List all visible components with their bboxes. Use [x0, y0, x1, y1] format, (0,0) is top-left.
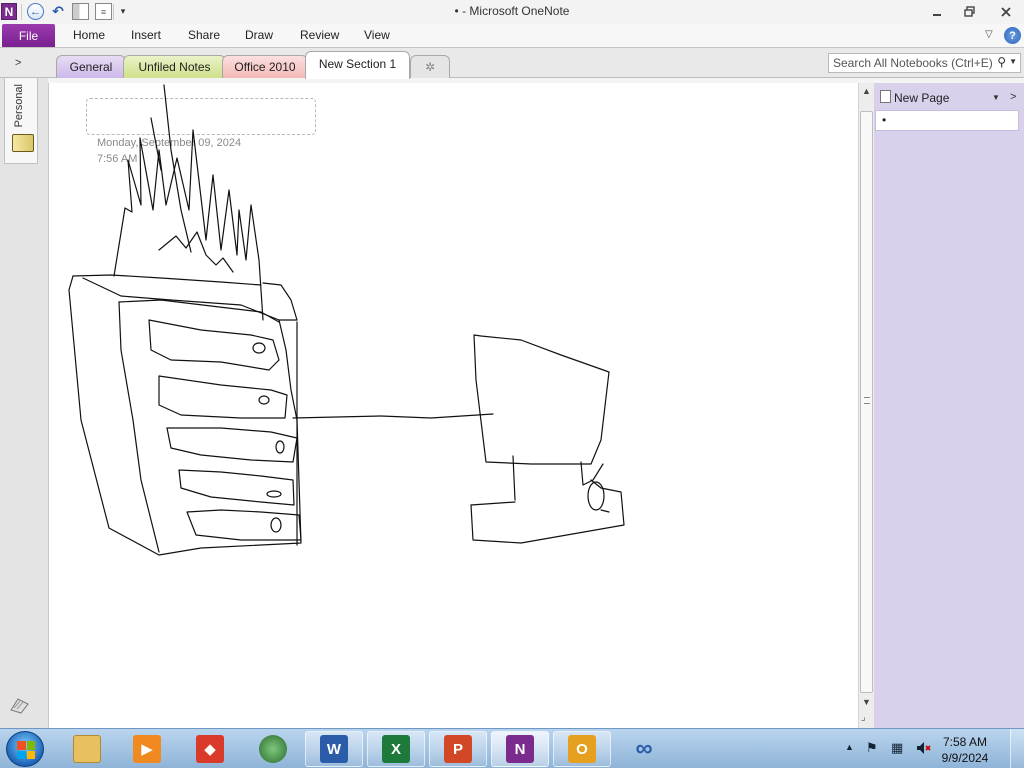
taskbar-onenote[interactable]: N [491, 731, 549, 767]
scrollbar-thumb[interactable] [860, 111, 873, 693]
add-section-tab[interactable]: ✲ [410, 55, 450, 78]
section-tab-new-section-1[interactable]: New Section 1 [305, 51, 410, 79]
page-list-item[interactable]: • [875, 110, 1019, 131]
expand-navigation-icon[interactable]: > [15, 57, 21, 69]
file-tab[interactable]: File [2, 24, 55, 47]
minimize-button[interactable] [925, 3, 949, 20]
tab-review[interactable]: Review [300, 28, 339, 42]
taskbar-red-app[interactable]: ◆ [181, 731, 239, 767]
clock-date[interactable]: 9/9/2024 [935, 751, 995, 765]
powerpoint-icon: P [444, 735, 472, 763]
window-title: • - Microsoft OneNote [454, 4, 570, 18]
tab-view[interactable]: View [364, 28, 390, 42]
red-app-icon: ◆ [196, 735, 224, 763]
notebook-pane: Personal [0, 78, 48, 728]
resize-corner-icon[interactable]: ⌟ [861, 712, 866, 723]
taskbar-explorer[interactable] [58, 731, 116, 767]
new-page-button[interactable]: New Page ▼ > [874, 86, 1024, 108]
action-center-flag-icon[interactable]: ⚑ [866, 740, 882, 756]
tab-share[interactable]: Share [188, 28, 220, 42]
close-button[interactable] [994, 3, 1018, 20]
browser-icon [259, 735, 287, 763]
show-hidden-icons-icon[interactable]: ▲ [845, 742, 854, 752]
unfiled-notes-icon[interactable] [8, 696, 32, 714]
notebook-label: Personal [13, 84, 25, 128]
search-placeholder: Search All Notebooks (Ctrl+E) [833, 56, 993, 70]
media-player-icon: ▶ [133, 735, 161, 763]
start-button[interactable] [6, 731, 44, 767]
volume-muted-icon[interactable] [915, 740, 931, 756]
section-tab-general[interactable]: General [56, 55, 126, 78]
taskbar-outlook[interactable]: O [553, 731, 611, 767]
tab-insert[interactable]: Insert [131, 28, 161, 42]
onenote-icon: N [506, 735, 534, 763]
sparkle-icon: ✲ [424, 60, 436, 74]
folder-icon [73, 735, 101, 763]
notebook-icon [12, 134, 34, 152]
vertical-scrollbar[interactable]: ▲ ▼ ⌟ [858, 83, 874, 728]
taskbar-word[interactable]: W [305, 731, 363, 767]
tab-home[interactable]: Home [73, 28, 105, 42]
word-icon: W [320, 735, 348, 763]
help-icon[interactable]: ? [1004, 27, 1021, 44]
network-icon[interactable]: ▦ [891, 740, 907, 756]
expand-ribbon-icon[interactable]: ▽ [985, 29, 993, 40]
section-tab-unfiled-notes[interactable]: Unfiled Notes [123, 55, 226, 78]
new-page-dropdown-icon[interactable]: ▼ [992, 93, 1000, 102]
outlook-icon: O [568, 735, 596, 763]
taskbar-infinity-app[interactable]: ∞ [615, 731, 673, 767]
scrollbar-grip [864, 397, 870, 404]
clock-time[interactable]: 7:58 AM [935, 735, 995, 749]
taskbar: ▶ ◆ W X P N O ∞ ▲ ⚑ ▦ 7:58 AM 9/9/2024 [0, 728, 1024, 768]
excel-icon: X [382, 735, 410, 763]
title-bar: N ← ↶ ≡ ▾ • - Microsoft OneNote [0, 0, 1024, 24]
taskbar-powerpoint[interactable]: P [429, 731, 487, 767]
windows-logo-icon [17, 741, 35, 759]
section-tab-office-2010[interactable]: Office 2010 [222, 55, 308, 78]
notebook-personal[interactable]: Personal [4, 78, 38, 164]
tab-draw[interactable]: Draw [245, 28, 273, 42]
scroll-down-arrow-icon[interactable]: ▼ [862, 697, 871, 707]
page-tab-list: New Page ▼ > • [874, 83, 1024, 728]
new-page-icon [880, 90, 891, 103]
section-tab-row: > General Unfiled Notes Office 2010 New … [0, 48, 1024, 79]
taskbar-browser[interactable] [244, 731, 302, 767]
restore-button[interactable] [958, 3, 982, 20]
ribbon-tab-bar: File Home Insert Share Draw Review View … [0, 24, 1024, 48]
scroll-up-arrow-icon[interactable]: ▲ [862, 86, 871, 96]
taskbar-media-player[interactable]: ▶ [118, 731, 176, 767]
new-page-label: New Page [894, 91, 950, 105]
collapse-page-tabs-icon[interactable]: > [1010, 91, 1016, 103]
show-desktop-button[interactable] [1010, 729, 1024, 768]
page-canvas[interactable]: Monday, September 09, 2024 7:56 AM [48, 83, 858, 728]
search-icon[interactable]: ⚲ [997, 55, 1006, 69]
ink-drawing[interactable] [49, 83, 858, 728]
taskbar-excel[interactable]: X [367, 731, 425, 767]
search-scope-dropdown-icon[interactable]: ▼ [1009, 57, 1017, 66]
search-input[interactable]: Search All Notebooks (Ctrl+E) ⚲ ▼ [828, 53, 1021, 73]
infinity-icon: ∞ [635, 735, 653, 762]
